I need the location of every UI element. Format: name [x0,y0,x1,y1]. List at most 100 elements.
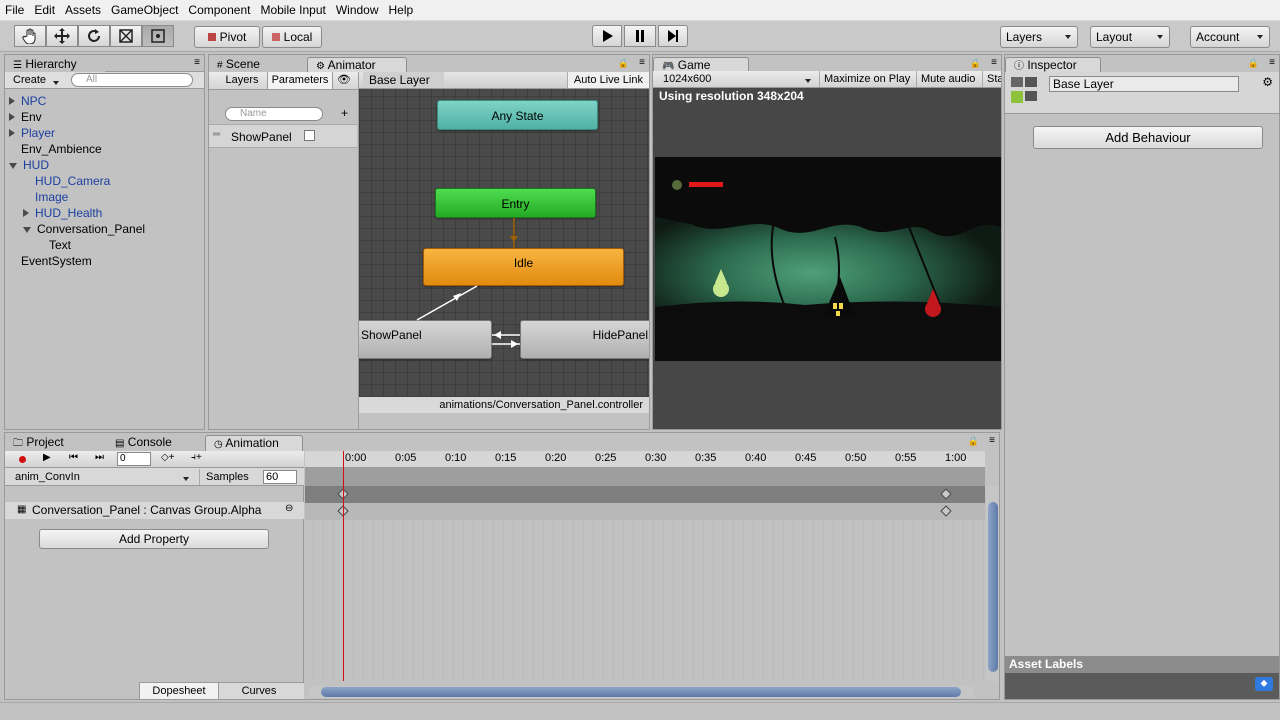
move-tool-icon[interactable] [46,25,78,47]
tab-scene[interactable]: # Scene [209,57,304,73]
events-row[interactable] [305,468,985,486]
step-button[interactable] [658,25,688,47]
pivot-button[interactable]: Pivot [194,26,260,48]
expand-arrow-icon[interactable] [9,129,15,137]
hierarchy-item-image[interactable]: Image [35,189,68,205]
add-parameter-icon[interactable]: + [341,106,348,120]
clip-dropdown[interactable]: anim_ConvIn [9,469,195,485]
vertical-scrollbar[interactable] [986,486,999,681]
clock-icon: ◷ [214,439,223,450]
playhead[interactable] [343,451,344,681]
remove-property-icon[interactable]: ⊖ [285,503,293,514]
add-event-icon[interactable]: ⫞+ [191,452,202,463]
hierarchy-item-player[interactable]: Player [9,125,55,141]
panel-menu-icon[interactable]: ≡ [639,57,645,68]
curves-tab[interactable]: Curves [219,683,299,699]
tab-project[interactable]: 🗀 Project [5,435,101,451]
layers-dropdown[interactable]: Layers [1000,26,1078,48]
panel-menu-icon[interactable]: ≡ [1269,57,1275,68]
samples-input[interactable]: 60 [263,470,297,484]
hand-tool-icon[interactable] [14,25,46,47]
hierarchy-item-env-ambience[interactable]: Env_Ambience [21,141,102,157]
stats-toggle[interactable]: Sta [982,71,1001,87]
resolution-dropdown[interactable]: 1024x600 [659,71,817,87]
frame-input[interactable]: 0 [117,452,151,466]
mute-audio-toggle[interactable]: Mute audio [916,71,979,87]
expand-arrow-icon[interactable] [9,97,15,105]
tab-inspector[interactable]: ⓘ Inspector [1005,57,1101,73]
drag-handle-icon[interactable]: ═ [213,129,220,140]
account-dropdown[interactable]: Account [1190,26,1270,48]
menu-gameobject[interactable]: GameObject [106,0,183,21]
hierarchy-item-text[interactable]: Text [49,237,71,253]
hierarchy-item-hud-camera[interactable]: HUD_Camera [35,173,110,189]
scale-tool-icon[interactable] [110,25,142,47]
rect-tool-icon[interactable] [142,25,174,47]
next-keyframe-icon[interactable]: ⏭ [95,452,104,463]
dopesheet-tab[interactable]: Dopesheet [139,683,219,699]
lock-icon[interactable]: 🔒 [968,436,979,447]
prev-keyframe-icon[interactable]: ⏮ [69,452,78,463]
play-icon[interactable]: ▶ [43,452,51,463]
property-row[interactable]: ▦ Conversation_Panel : Canvas Group.Alph… [5,502,304,519]
menu-assets[interactable]: Assets [60,0,106,21]
panel-menu-icon[interactable]: ≡ [194,57,200,68]
horizontal-scrollbar[interactable] [309,686,973,698]
menu-file[interactable]: File [0,0,29,21]
item-label: Text [49,238,72,252]
lock-icon[interactable]: 🔒 [618,58,629,69]
summary-keyframe-row[interactable] [305,486,985,503]
parameter-row[interactable]: ═ ShowPanel [209,124,357,148]
hierarchy-item-hud-health[interactable]: HUD_Health [23,205,102,221]
rotate-tool-icon[interactable] [78,25,110,47]
lock-icon[interactable]: 🔒 [1248,58,1259,69]
tab-console[interactable]: ▤ Console [107,435,203,451]
local-button[interactable]: Local [262,26,322,48]
menu-mobile-input[interactable]: Mobile Input [255,0,330,21]
pause-button[interactable] [624,25,656,47]
panel-menu-icon[interactable]: ≡ [991,57,997,68]
hierarchy-item-conversation-panel[interactable]: Conversation_Panel [23,221,145,237]
layer-name-field[interactable]: Base Layer [1049,76,1239,92]
pause-icon [636,30,644,42]
add-keyframe-icon[interactable]: ◇+ [161,452,175,463]
collapse-arrow-icon[interactable] [23,227,31,233]
menu-help[interactable]: Help [384,0,419,21]
parameter-search-input[interactable]: Name [225,107,323,121]
hierarchy-item-hud[interactable]: HUD [9,157,49,173]
collapse-arrow-icon[interactable] [9,163,17,169]
tab-hierarchy[interactable]: ☰ Hierarchy [5,57,105,73]
layout-dropdown[interactable]: Layout [1090,26,1170,48]
add-behaviour-button[interactable]: Add Behaviour [1033,126,1263,149]
record-icon[interactable] [19,456,26,463]
maximize-on-play-toggle[interactable]: Maximize on Play [819,71,914,87]
parameter-bool-checkbox[interactable] [304,130,315,141]
hierarchy-item-env[interactable]: Env [9,109,42,125]
eye-icon[interactable]: 👁 [337,73,351,86]
parameters-subtab[interactable]: Parameters [267,72,333,89]
tag-icon[interactable]: ⬥ [1255,677,1273,691]
expand-arrow-icon[interactable] [9,113,15,121]
tab-animation[interactable]: ◷ Animation [205,435,303,451]
add-property-button[interactable]: Add Property [39,529,269,549]
hierarchy-item-npc[interactable]: NPC [9,93,46,109]
expand-arrow-icon[interactable] [23,209,29,217]
layers-subtab[interactable]: Layers [219,72,265,89]
panel-menu-icon[interactable]: ≡ [989,435,995,446]
gear-icon[interactable]: ⚙ [1262,75,1273,89]
animator-graph[interactable]: Base Layer Auto Live Link Any State Entr… [359,72,649,413]
create-dropdown[interactable]: Create [9,73,65,87]
game-viewport[interactable] [655,157,1001,361]
lock-icon[interactable]: 🔒 [970,58,981,69]
menu-window[interactable]: Window [331,0,384,21]
hierarchy-search-input[interactable]: All [71,73,193,87]
menu-edit[interactable]: Edit [29,0,60,21]
tab-animator[interactable]: ⚙ Animator [307,57,407,73]
property-keyframe-row[interactable] [305,503,985,520]
timeline-area[interactable]: 0:00 0:05 0:10 0:15 0:20 0:25 0:30 0:35 … [305,451,999,699]
menu-component[interactable]: Component [183,0,255,21]
play-button[interactable] [592,25,622,47]
time-ruler[interactable]: 0:00 0:05 0:10 0:15 0:20 0:25 0:30 0:35 … [305,451,985,468]
hierarchy-item-eventsystem[interactable]: EventSystem [21,253,92,269]
step-icon [668,30,678,42]
